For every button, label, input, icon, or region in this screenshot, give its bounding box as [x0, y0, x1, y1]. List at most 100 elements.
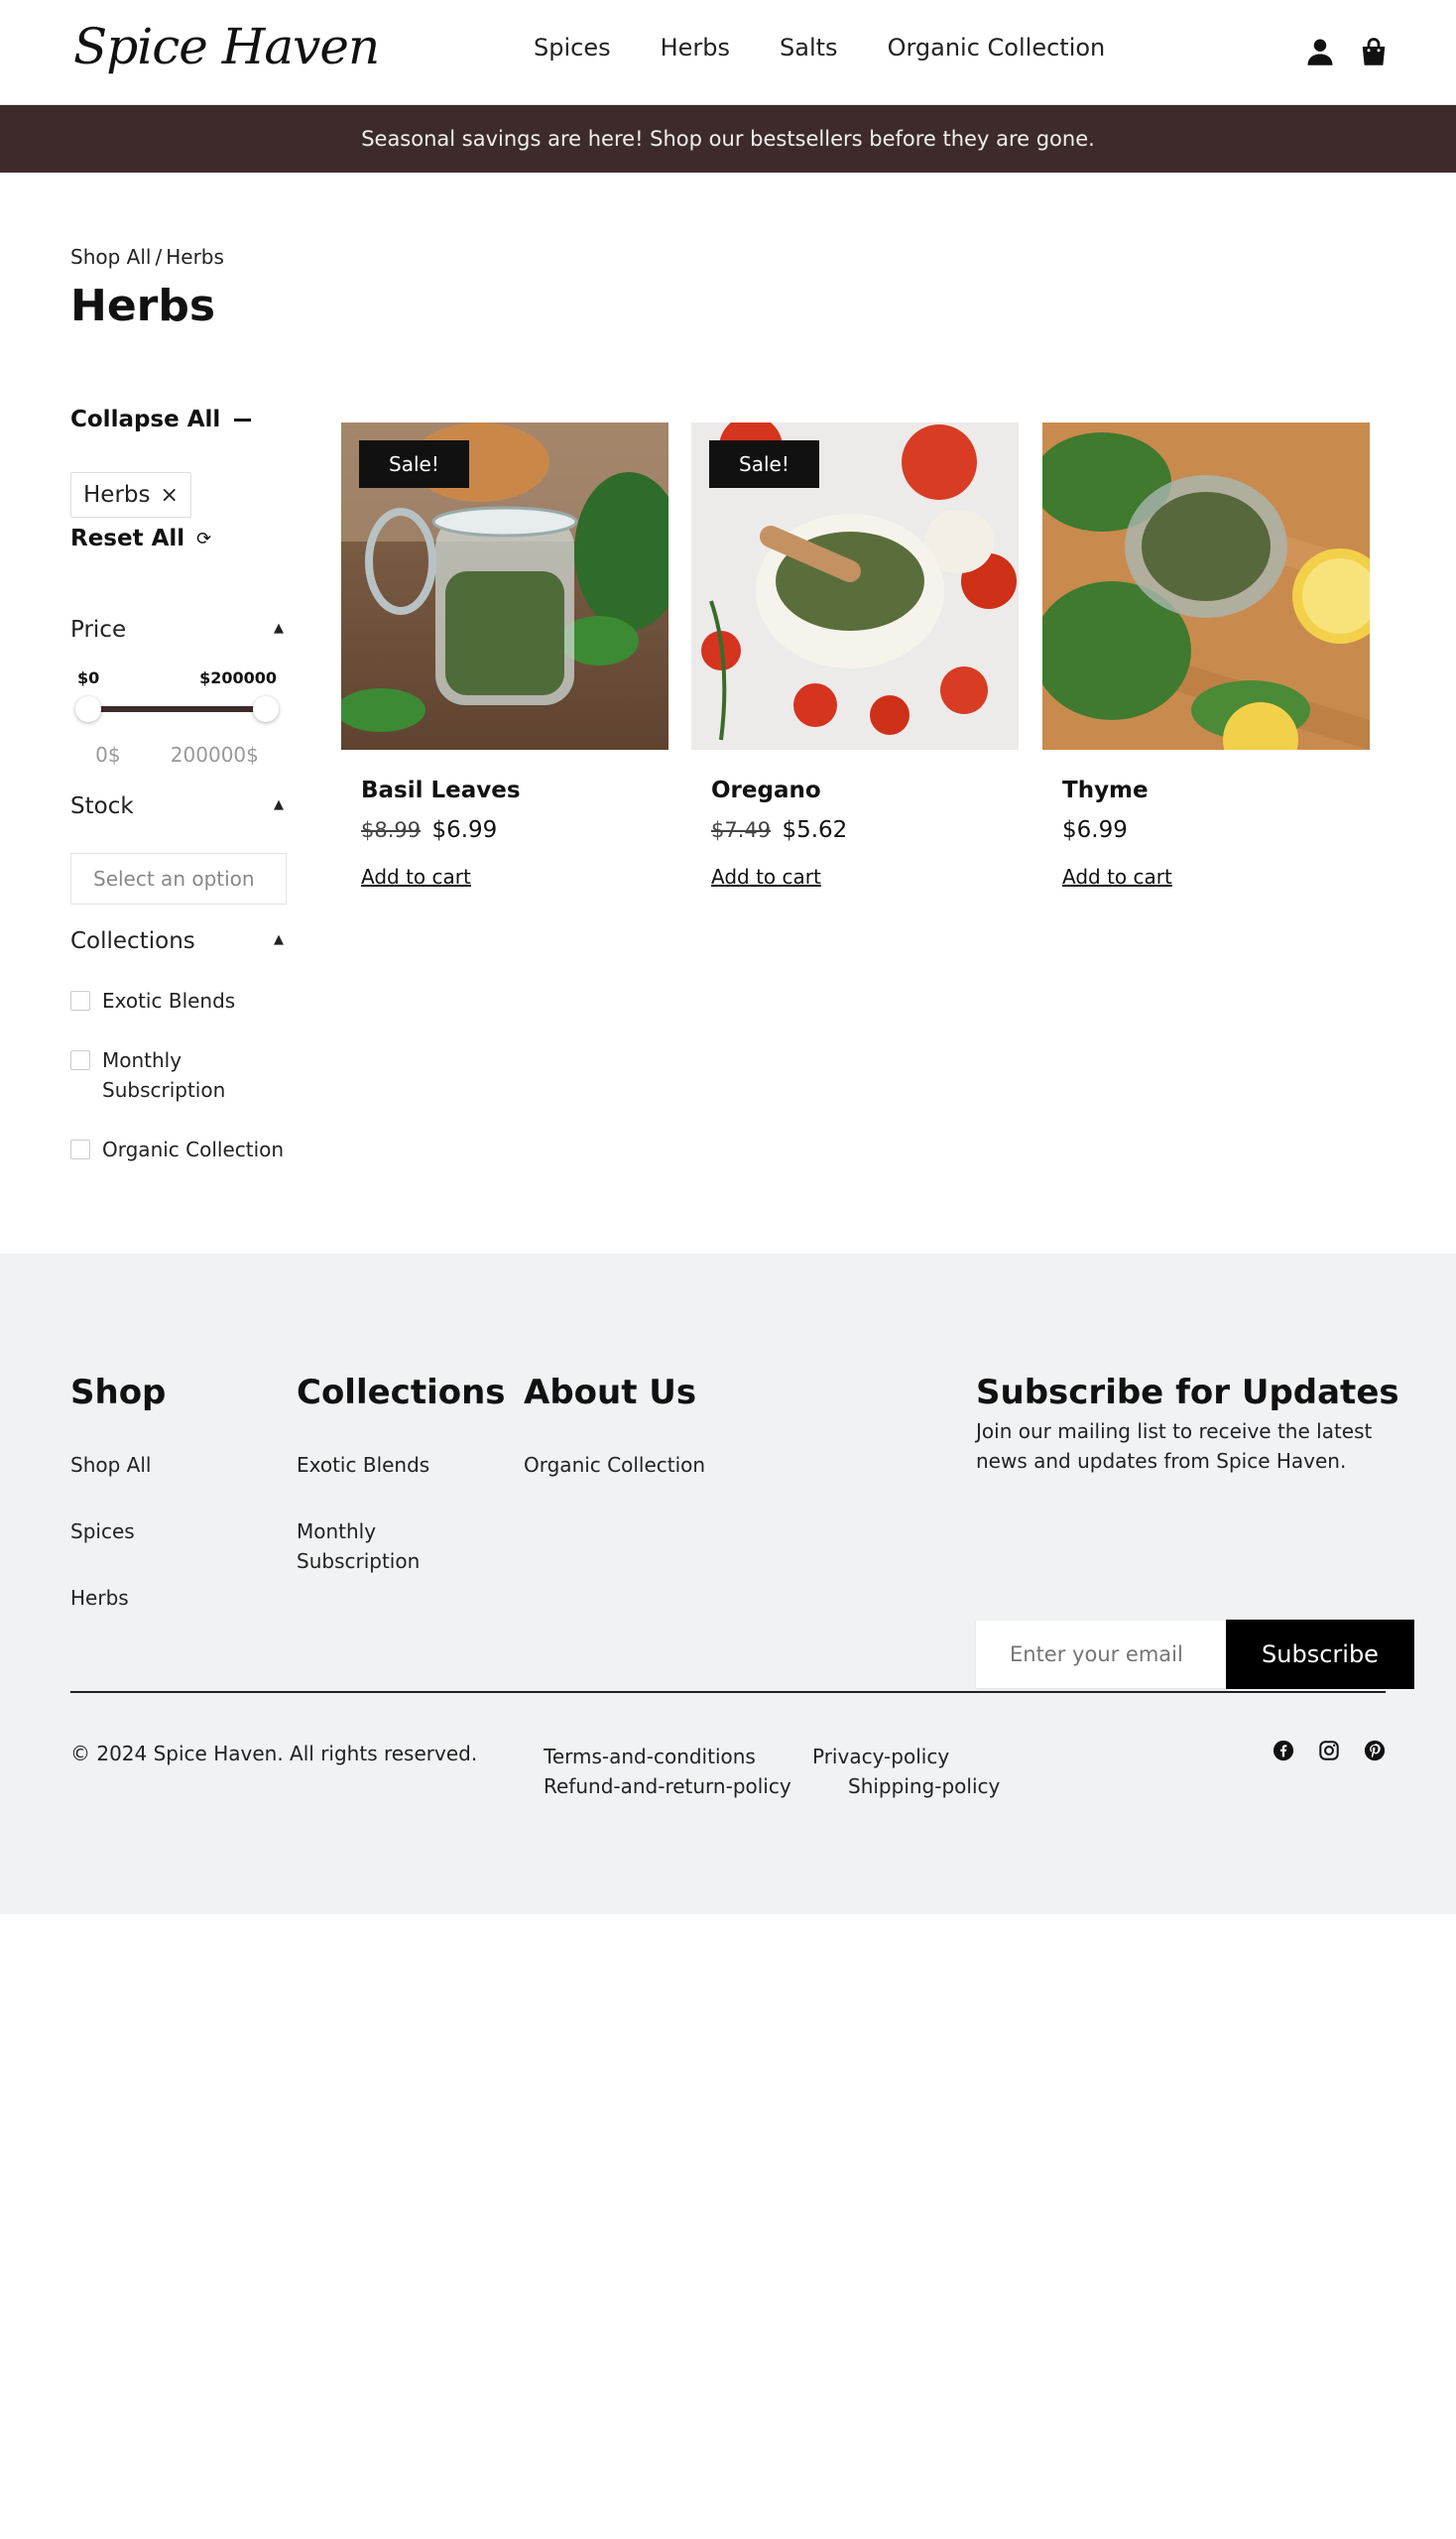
- sale-badge: Sale!: [709, 440, 819, 488]
- pinterest-icon[interactable]: [1364, 1740, 1386, 1761]
- slider-min-handle[interactable]: [75, 696, 101, 722]
- product-card: Sale! Basil Leaves $8.99 $6.99 Add to ca…: [341, 423, 668, 889]
- basil-jar-image[interactable]: Sale!: [341, 423, 668, 750]
- instagram-icon[interactable]: [1318, 1740, 1340, 1761]
- oregano-bowl-image[interactable]: Sale!: [691, 423, 1019, 750]
- product-price: $6.99: [1062, 817, 1350, 843]
- checkbox[interactable]: [70, 1050, 90, 1070]
- site-header: Spice Haven Spices Herbs Salts Organic C…: [0, 0, 1456, 105]
- price-min-input[interactable]: 0$: [95, 743, 120, 767]
- nav-link-herbs[interactable]: Herbs: [661, 34, 730, 61]
- collapse-all-label: Collapse All: [70, 407, 221, 432]
- footer-heading: About Us: [524, 1373, 697, 1412]
- footer-collections-column: Collections Exotic Blends Monthly Subscr…: [297, 1373, 506, 1613]
- site-logo[interactable]: Spice Haven: [73, 18, 380, 75]
- collection-option-label: Organic Collection: [102, 1138, 285, 1161]
- product-name[interactable]: Thyme: [1062, 778, 1350, 803]
- copyright-text: © 2024 Spice Haven. All rights reserved.: [70, 1742, 478, 1765]
- product-card: Sale! Oregano $7.49 $5.62 Add to cart: [691, 423, 1019, 889]
- close-icon[interactable]: ×: [160, 483, 178, 508]
- footer-shop-column: Shop Shop All Spices Herbs: [70, 1373, 166, 1649]
- footer-link-herbs[interactable]: Herbs: [70, 1583, 166, 1613]
- footer-link-monthly-subscription[interactable]: Monthly Subscription: [297, 1516, 455, 1576]
- reset-all-button[interactable]: Reset All ⟳: [70, 526, 211, 551]
- collections-facet-toggle[interactable]: Collections ▲: [70, 928, 284, 954]
- checkbox[interactable]: [70, 1140, 90, 1159]
- add-to-cart-link[interactable]: Add to cart: [711, 865, 821, 889]
- refund-link[interactable]: Refund-and-return-policy: [544, 1771, 791, 1801]
- stock-facet-toggle[interactable]: Stock ▲: [70, 793, 284, 819]
- shipping-link[interactable]: Shipping-policy: [848, 1771, 1000, 1801]
- sale-price: $6.99: [431, 817, 498, 843]
- collection-option-monthly-subscription[interactable]: Monthly Subscription: [70, 1045, 289, 1105]
- header-actions: [1305, 36, 1389, 67]
- price-facet-toggle[interactable]: Price ▲: [70, 617, 284, 643]
- sale-price: $5.62: [782, 817, 848, 843]
- price-inputs: 0$ 200000$: [70, 743, 284, 767]
- stock-select[interactable]: Select an option: [70, 853, 287, 905]
- account-icon[interactable]: [1305, 36, 1335, 67]
- price-max-label: $200000: [199, 668, 277, 687]
- add-to-cart-link[interactable]: Add to cart: [1062, 865, 1172, 889]
- terms-link[interactable]: Terms-and-conditions: [544, 1742, 756, 1771]
- product-card: Thyme $6.99 Add to cart: [1042, 423, 1370, 889]
- footer-link-spices[interactable]: Spices: [70, 1516, 166, 1546]
- newsletter-signup: Subscribe for Updates Join our mailing l…: [976, 1373, 1414, 1689]
- footer-link-shop-all[interactable]: Shop All: [70, 1450, 166, 1480]
- refresh-icon: ⟳: [196, 528, 212, 549]
- original-price: $8.99: [361, 818, 422, 842]
- footer-heading: Collections: [297, 1373, 506, 1412]
- footer-about-column: About Us Organic Collection: [524, 1373, 705, 1516]
- checkbox[interactable]: [70, 991, 90, 1011]
- main-nav: Spices Herbs Salts Organic Collection: [534, 34, 1105, 61]
- product-price: $7.49 $5.62: [711, 817, 999, 843]
- collection-option-organic-collection[interactable]: Organic Collection: [70, 1135, 289, 1164]
- privacy-link[interactable]: Privacy-policy: [812, 1742, 949, 1771]
- price-max-input[interactable]: 200000$: [171, 743, 259, 767]
- newsletter-form: Subscribe: [976, 1620, 1414, 1689]
- slider-max-handle[interactable]: [253, 696, 279, 722]
- nav-link-organic-collection[interactable]: Organic Collection: [888, 34, 1106, 61]
- footer-heading: Shop: [70, 1373, 167, 1412]
- minus-icon: [234, 418, 252, 422]
- price-facet-label: Price: [70, 617, 127, 643]
- original-price: $7.49: [711, 818, 772, 842]
- subscribe-button[interactable]: Subscribe: [1226, 1620, 1414, 1689]
- collections-facet-label: Collections: [70, 928, 195, 954]
- product-name[interactable]: Basil Leaves: [361, 778, 649, 803]
- email-field[interactable]: [976, 1621, 1226, 1688]
- active-filter-chip[interactable]: Herbs ×: [70, 472, 191, 518]
- facebook-icon[interactable]: [1273, 1740, 1294, 1761]
- social-links: [1273, 1740, 1386, 1761]
- site-footer: Shop Shop All Spices Herbs Collections E…: [0, 1254, 1456, 1914]
- newsletter-heading: Subscribe for Updates: [976, 1373, 1399, 1412]
- collection-option-label: Exotic Blends: [102, 989, 236, 1013]
- footer-divider: [70, 1691, 1386, 1693]
- product-price: $8.99 $6.99: [361, 817, 649, 843]
- chevron-up-icon: ▲: [274, 931, 284, 947]
- collapse-all-button[interactable]: Collapse All: [70, 407, 252, 432]
- slider-track[interactable]: [88, 706, 266, 712]
- add-to-cart-link[interactable]: Add to cart: [361, 865, 471, 889]
- page-title: Herbs: [70, 281, 216, 331]
- reset-all-label: Reset All: [70, 526, 185, 551]
- thyme-jar-image[interactable]: [1042, 423, 1370, 750]
- breadcrumb-shop-all[interactable]: Shop All: [70, 245, 151, 269]
- stock-facet-label: Stock: [70, 793, 134, 819]
- sale-badge: Sale!: [359, 440, 469, 488]
- nav-link-spices[interactable]: Spices: [534, 34, 611, 61]
- breadcrumb-separator: /: [155, 245, 163, 269]
- nav-link-salts[interactable]: Salts: [780, 34, 838, 61]
- footer-link-exotic-blends[interactable]: Exotic Blends: [297, 1450, 495, 1480]
- product-name[interactable]: Oregano: [711, 778, 999, 803]
- price-min-label: $0: [77, 668, 100, 687]
- collection-option-label: Monthly Subscription: [102, 1048, 226, 1102]
- footer-link-organic-collection[interactable]: Organic Collection: [524, 1450, 705, 1480]
- chevron-up-icon: ▲: [274, 796, 284, 812]
- collection-option-exotic-blends[interactable]: Exotic Blends: [70, 986, 289, 1016]
- regular-price: $6.99: [1062, 817, 1128, 843]
- chip-label: Herbs: [83, 482, 151, 508]
- collections-checklist: Exotic Blends Monthly Subscription Organ…: [70, 986, 289, 1194]
- shopping-bag-icon[interactable]: [1359, 36, 1389, 67]
- announcement-bar: Seasonal savings are here! Shop our best…: [0, 105, 1456, 173]
